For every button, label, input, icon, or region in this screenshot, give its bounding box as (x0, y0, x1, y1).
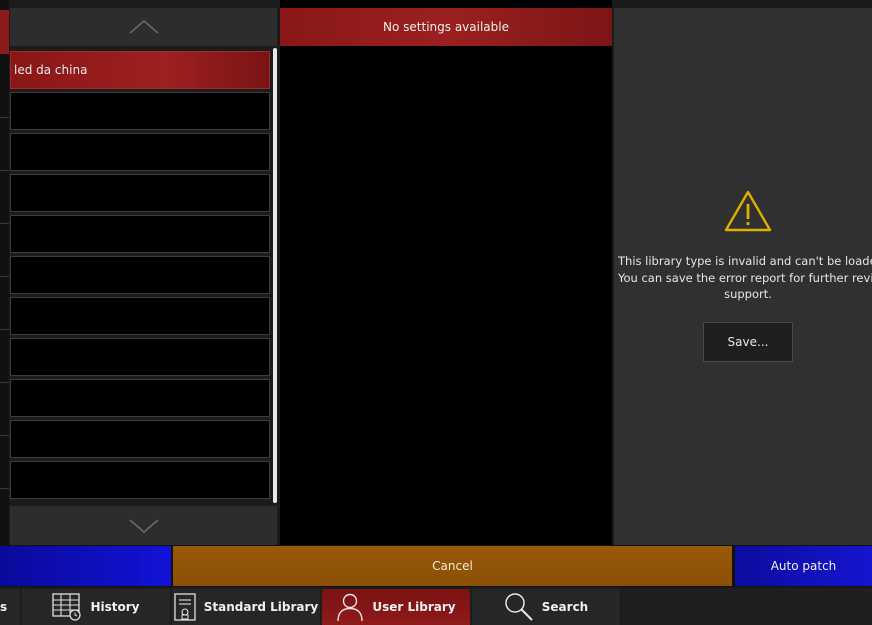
list-item[interactable] (10, 461, 270, 499)
left-strip-selected-marker (0, 10, 9, 54)
tab-history[interactable]: History (22, 589, 170, 625)
history-grid-icon (52, 593, 82, 621)
cancel-button[interactable]: Cancel (173, 546, 732, 586)
list-item[interactable] (10, 256, 270, 294)
list-item-label: led da china (14, 63, 88, 77)
scroll-up-button[interactable] (10, 8, 277, 46)
tab-label: Search (541, 600, 589, 614)
document-icon (174, 593, 196, 621)
tab-empty-slot (622, 589, 872, 625)
left-strip-divider (0, 223, 9, 224)
left-action-button[interactable] (0, 546, 171, 586)
settings-panel (280, 0, 612, 545)
tab-label: s (0, 600, 8, 614)
left-strip-divider (0, 435, 9, 436)
list-item[interactable] (10, 297, 270, 335)
list-item[interactable] (10, 215, 270, 253)
left-strip (0, 0, 9, 545)
tab-label: Standard Library (203, 600, 319, 614)
tab-search[interactable]: Search (472, 589, 620, 625)
tab-user-library[interactable]: User Library (322, 589, 470, 625)
list-item[interactable] (10, 174, 270, 212)
list-item[interactable] (10, 92, 270, 130)
settings-header: No settings available (280, 8, 612, 46)
list-item[interactable] (10, 420, 270, 458)
list-item[interactable] (10, 133, 270, 171)
save-button[interactable]: Save... (703, 322, 793, 362)
left-strip-divider (0, 117, 9, 118)
left-strip-divider (0, 276, 9, 277)
error-message-line: This library type is invalid and can't b… (618, 254, 872, 268)
left-strip-divider (0, 170, 9, 171)
tab-label: History (90, 600, 140, 614)
left-strip-divider (0, 382, 9, 383)
chevron-up-icon (128, 20, 159, 34)
search-icon (505, 593, 533, 621)
list-item[interactable] (10, 379, 270, 417)
chevron-down-icon (128, 518, 159, 533)
scroll-down-button[interactable] (10, 506, 277, 545)
left-strip-divider (0, 329, 9, 330)
auto-patch-button[interactable]: Auto patch (735, 546, 872, 586)
error-message-line: You can save the error report for furthe… (618, 270, 872, 285)
tab-partial[interactable]: s (0, 589, 20, 625)
list-item[interactable] (10, 338, 270, 376)
error-message-line: support. (724, 287, 772, 301)
list-item[interactable]: led da china (10, 51, 270, 89)
user-icon (337, 593, 364, 622)
left-strip-divider (0, 488, 9, 489)
warning-icon (724, 190, 772, 232)
error-message: This library type is invalid and can't b… (618, 253, 872, 303)
list-scrollbar[interactable] (273, 48, 277, 503)
tab-standard-library[interactable]: Standard Library (172, 589, 320, 625)
tab-label: User Library (372, 600, 456, 614)
